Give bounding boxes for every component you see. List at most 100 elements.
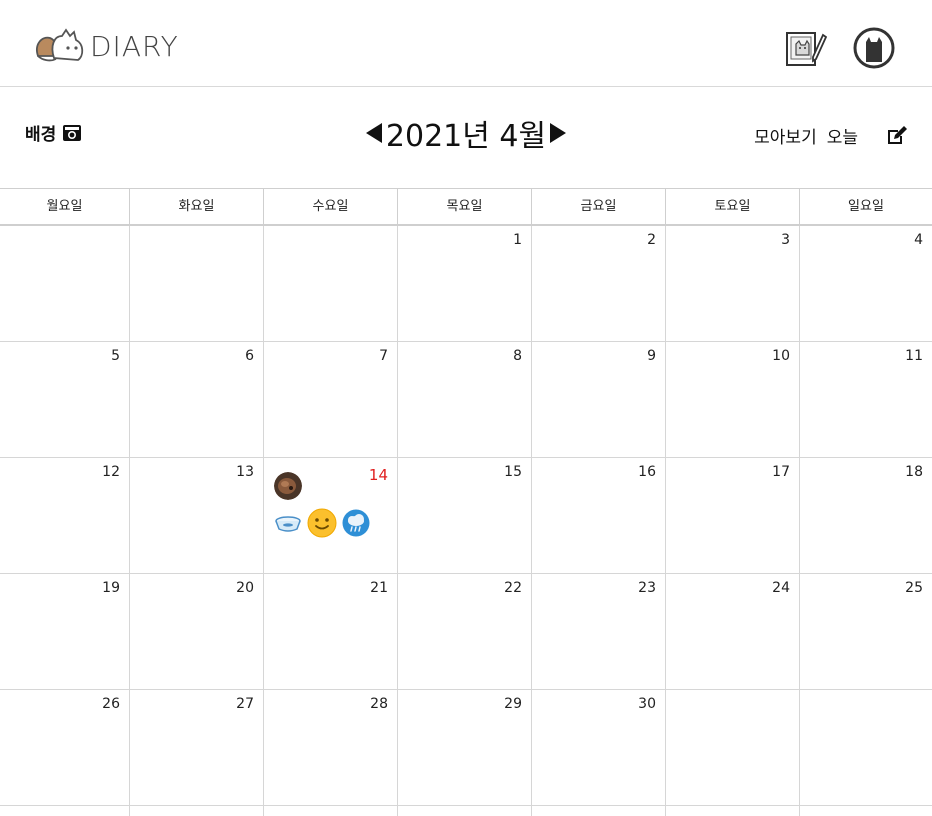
weekday-mon: 월요일 [0,189,130,224]
collect-view-button[interactable]: 모아보기 [754,123,817,148]
edit-icon[interactable] [886,125,908,146]
day-number: 4 [914,232,923,248]
day-cell[interactable]: 8 [398,342,532,457]
day-cell-partial [264,806,398,816]
write-diary-button[interactable] [783,27,828,71]
prev-month-arrow-icon[interactable] [364,121,384,145]
dog-cat-logo-icon [36,28,84,62]
month-title: 2021년 4월 [385,119,547,154]
day-number: 22 [504,580,522,596]
calendar-grid: 월요일 화요일 수요일 목요일 금요일 토요일 일요일 1 2 3 4 5 6 … [0,188,932,816]
week-row: 5 6 7 8 9 10 11 [0,342,932,458]
day-cell[interactable]: 24 [666,574,800,689]
day-number: 25 [905,580,923,596]
week-row: 12 13 14 15 16 17 18 [0,458,932,574]
day-number: 1 [513,232,522,248]
day-number: 13 [236,464,254,480]
day-cell[interactable]: 16 [532,458,666,573]
weekday-fri: 금요일 [532,189,666,224]
weekday-sun: 일요일 [848,199,884,214]
day-cell[interactable]: 27 [130,690,264,805]
day-cell[interactable]: 11 [800,342,932,457]
day-number: 10 [772,348,790,364]
day-cell[interactable]: 18 [800,458,932,573]
day-cell[interactable]: 19 [0,574,130,689]
day-cell-today[interactable]: 14 [264,458,398,573]
next-month-arrow-icon[interactable] [548,121,568,145]
right-tools: 모아보기 오늘 [744,123,908,148]
day-cell[interactable]: 30 [532,690,666,805]
day-cell[interactable] [666,690,800,805]
day-cell-partial [532,806,666,816]
day-cell[interactable]: 23 [532,574,666,689]
day-cell-partial [0,806,130,816]
day-cell[interactable]: 13 [130,458,264,573]
day-cell[interactable]: 5 [0,342,130,457]
weekday-thu: 목요일 [398,189,532,224]
day-cell[interactable]: 7 [264,342,398,457]
day-cell[interactable] [0,226,130,341]
day-number: 8 [513,348,522,364]
profile-button[interactable] [852,26,896,70]
diary-entry-icons [274,508,375,538]
day-cell[interactable]: 6 [130,342,264,457]
day-number: 20 [236,580,254,596]
app-logo[interactable]: DIARY [32,26,179,66]
weekday-tue: 화요일 [130,189,264,224]
day-number: 24 [772,580,790,596]
today-button[interactable]: 오늘 [827,123,858,148]
day-cell[interactable]: 25 [800,574,932,689]
day-cell[interactable]: 21 [264,574,398,689]
day-cell[interactable]: 26 [0,690,130,805]
calendar-toolbar: 배경 2021년 4월 모아보기 오늘 [0,87,932,187]
day-cell[interactable]: 12 [0,458,130,573]
day-number: 23 [638,580,656,596]
day-cell-partial [398,806,532,816]
day-number: 6 [245,348,254,364]
day-number: 9 [647,348,656,364]
day-cell[interactable]: 1 [398,226,532,341]
weekday-sat: 토요일 [666,189,800,224]
day-number: 28 [370,696,388,712]
day-cell[interactable]: 9 [532,342,666,457]
day-number: 27 [236,696,254,712]
day-cell[interactable]: 15 [398,458,532,573]
food-bowl-icon[interactable] [274,512,302,534]
weekday-header: 월요일 화요일 수요일 목요일 금요일 토요일 일요일 [0,188,932,226]
day-number: 2 [647,232,656,248]
week-row: 26 27 28 29 30 [0,690,932,806]
day-cell[interactable]: 17 [666,458,800,573]
day-number: 7 [379,348,388,364]
day-cell-partial [130,806,264,816]
day-number: 18 [905,464,923,480]
day-number: 21 [370,580,388,596]
day-cell[interactable]: 20 [130,574,264,689]
day-number: 29 [504,696,522,712]
week-row: 19 20 21 22 23 24 25 [0,574,932,690]
app-title: DIARY [90,29,179,63]
day-number: 11 [905,348,923,364]
day-cell[interactable]: 29 [398,690,532,805]
today-day-number: 14 [368,466,388,484]
day-cell[interactable]: 28 [264,690,398,805]
day-number: 12 [102,464,120,480]
diary-write-icon [786,32,828,66]
pet-photo-icon [274,472,302,500]
day-cell[interactable] [800,690,932,805]
rain-weather-icon[interactable] [342,509,370,537]
day-cell[interactable]: 22 [398,574,532,689]
day-cell[interactable] [130,226,264,341]
day-number: 3 [781,232,790,248]
week-row: 1 2 3 4 [0,226,932,342]
day-cell[interactable]: 4 [800,226,932,341]
cat-profile-icon [853,27,895,69]
day-cell[interactable]: 3 [666,226,800,341]
day-cell[interactable] [264,226,398,341]
week-row-overflow [0,806,932,816]
day-cell[interactable]: 10 [666,342,800,457]
day-cell-partial [666,806,800,816]
weekday-wed: 수요일 [264,189,398,224]
smiley-mood-icon[interactable] [307,508,337,538]
day-cell[interactable]: 2 [532,226,666,341]
pet-photo-thumbnail[interactable] [274,472,302,500]
